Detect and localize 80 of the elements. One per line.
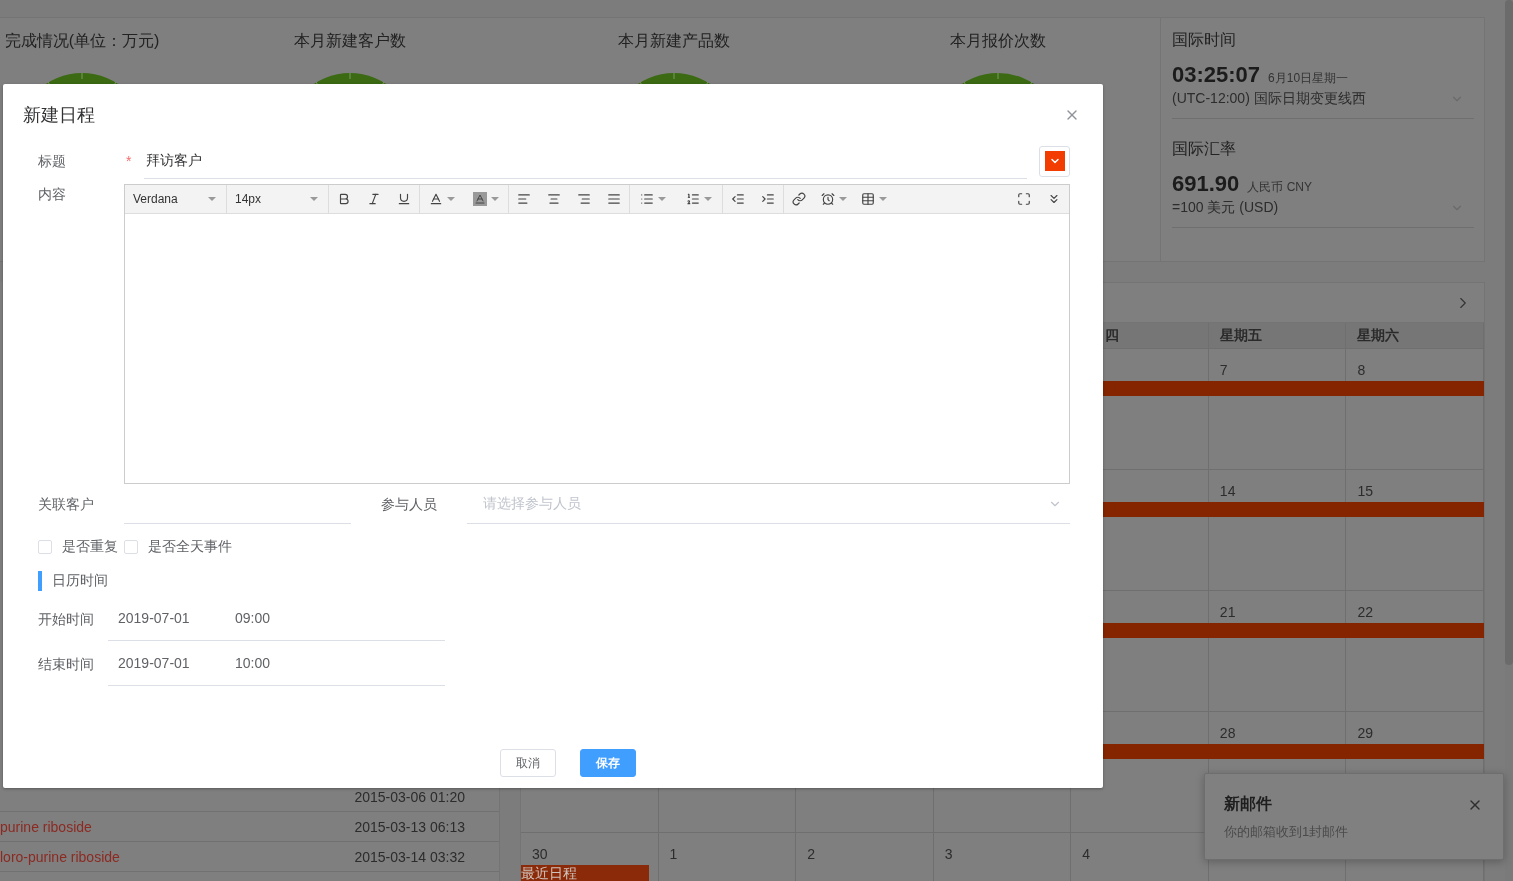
currency-select[interactable]: =100 美元 (USD) xyxy=(1172,197,1474,228)
field-label: 参与人员 xyxy=(381,495,438,514)
cancel-button[interactable]: 取消 xyxy=(500,749,556,777)
align-left-icon xyxy=(517,192,531,206)
align-justify-icon xyxy=(607,192,621,206)
caret-icon xyxy=(658,197,666,201)
panel-title: 国际汇率 xyxy=(1172,139,1236,159)
caret-icon xyxy=(879,197,887,201)
checkbox[interactable] xyxy=(38,540,52,554)
dialog-title: 新建日程 xyxy=(23,104,95,127)
more-icon xyxy=(1047,192,1061,206)
caret-icon xyxy=(208,197,216,201)
required-mark: * xyxy=(126,153,133,169)
outdent-icon xyxy=(731,192,745,206)
field-label: 开始时间 xyxy=(38,609,95,629)
font-size-select[interactable]: 14px xyxy=(227,185,329,213)
weekday-header: 星期五 xyxy=(1219,326,1262,345)
stat-title: 本月新建客户数 xyxy=(294,31,406,51)
timezone-select[interactable]: (UTC-12:00) 国际日期变更线西 xyxy=(1172,88,1474,119)
day-number: 28 xyxy=(1219,725,1236,741)
section-title: 日历时间 xyxy=(52,572,108,590)
caret-icon xyxy=(491,197,499,201)
alarm-clock-icon xyxy=(821,192,835,206)
title-input[interactable]: 拜访客户 xyxy=(144,143,1027,179)
currency-label: 人民币 CNY xyxy=(1247,179,1312,196)
day-number: 4 xyxy=(1082,846,1091,862)
weekday-header: 星期六 xyxy=(1357,326,1400,345)
day-number: 21 xyxy=(1219,604,1236,620)
field-label: 结束时间 xyxy=(38,654,95,674)
day-number: 30 xyxy=(532,846,548,862)
checkbox[interactable] xyxy=(124,540,138,554)
day-number: 7 xyxy=(1219,362,1228,378)
day-number: 22 xyxy=(1357,604,1373,620)
day-number: 15 xyxy=(1357,483,1373,499)
stat-title: 本月报价次数 xyxy=(950,31,1046,51)
bullet-list-icon xyxy=(640,192,654,206)
event-bar[interactable]: 最近日程 xyxy=(521,865,649,881)
day-number: 8 xyxy=(1357,362,1366,378)
notification-title: 新邮件 xyxy=(1224,794,1272,814)
caret-icon xyxy=(704,197,712,201)
datetime-field[interactable]: 2019-07-01 09:00 xyxy=(108,596,445,641)
day-number: 2 xyxy=(807,846,815,862)
dropdown-button[interactable] xyxy=(1039,145,1070,177)
day-number: 1 xyxy=(669,846,678,862)
checkbox-label[interactable]: 是否全天事件 xyxy=(148,538,232,556)
link-icon xyxy=(792,192,806,206)
italic-icon xyxy=(367,192,381,206)
list-item-date: 2015-03-13 06:13 xyxy=(354,818,465,835)
font-color-icon xyxy=(429,192,443,206)
panel-title: 国际时间 xyxy=(1172,30,1236,50)
weekday-header: 四 xyxy=(1105,326,1120,345)
section-marker xyxy=(38,571,42,591)
day-number: 29 xyxy=(1357,725,1373,741)
list-item-date: 2015-03-14 03:32 xyxy=(354,848,465,865)
stat-title: 完成情况(单位：万元) xyxy=(4,31,160,51)
align-center-icon xyxy=(547,192,561,206)
list-item-date: 2015-03-06 01:20 xyxy=(354,788,465,805)
stat-title: 本月新建产品数 xyxy=(618,31,730,51)
bold-icon xyxy=(337,192,351,206)
caret-icon xyxy=(310,197,318,201)
field-label: 标题 xyxy=(38,152,67,171)
font-select[interactable]: Verdana xyxy=(125,185,227,213)
field-label: 关联客户 xyxy=(38,495,95,514)
day-number: 3 xyxy=(944,846,953,862)
exchange-rate: 691.90 xyxy=(1172,171,1240,197)
indent-icon xyxy=(761,192,775,206)
clock-time: 03:25:07 xyxy=(1172,62,1261,88)
numbered-list-icon xyxy=(686,192,700,206)
align-right-icon xyxy=(577,192,591,206)
caret-icon xyxy=(839,197,847,201)
caret-icon xyxy=(447,197,455,201)
highlight-icon xyxy=(474,193,486,205)
underline-icon xyxy=(397,192,411,206)
datetime-field[interactable]: 2019-07-01 10:00 xyxy=(108,641,445,686)
clock-date: 6月10日星期一 xyxy=(1268,70,1349,87)
field-label: 内容 xyxy=(38,185,67,204)
table-icon xyxy=(861,192,875,206)
fullscreen-icon xyxy=(1017,192,1031,206)
day-number: 14 xyxy=(1219,483,1236,499)
checkbox-label[interactable]: 是否重复 xyxy=(62,538,118,556)
